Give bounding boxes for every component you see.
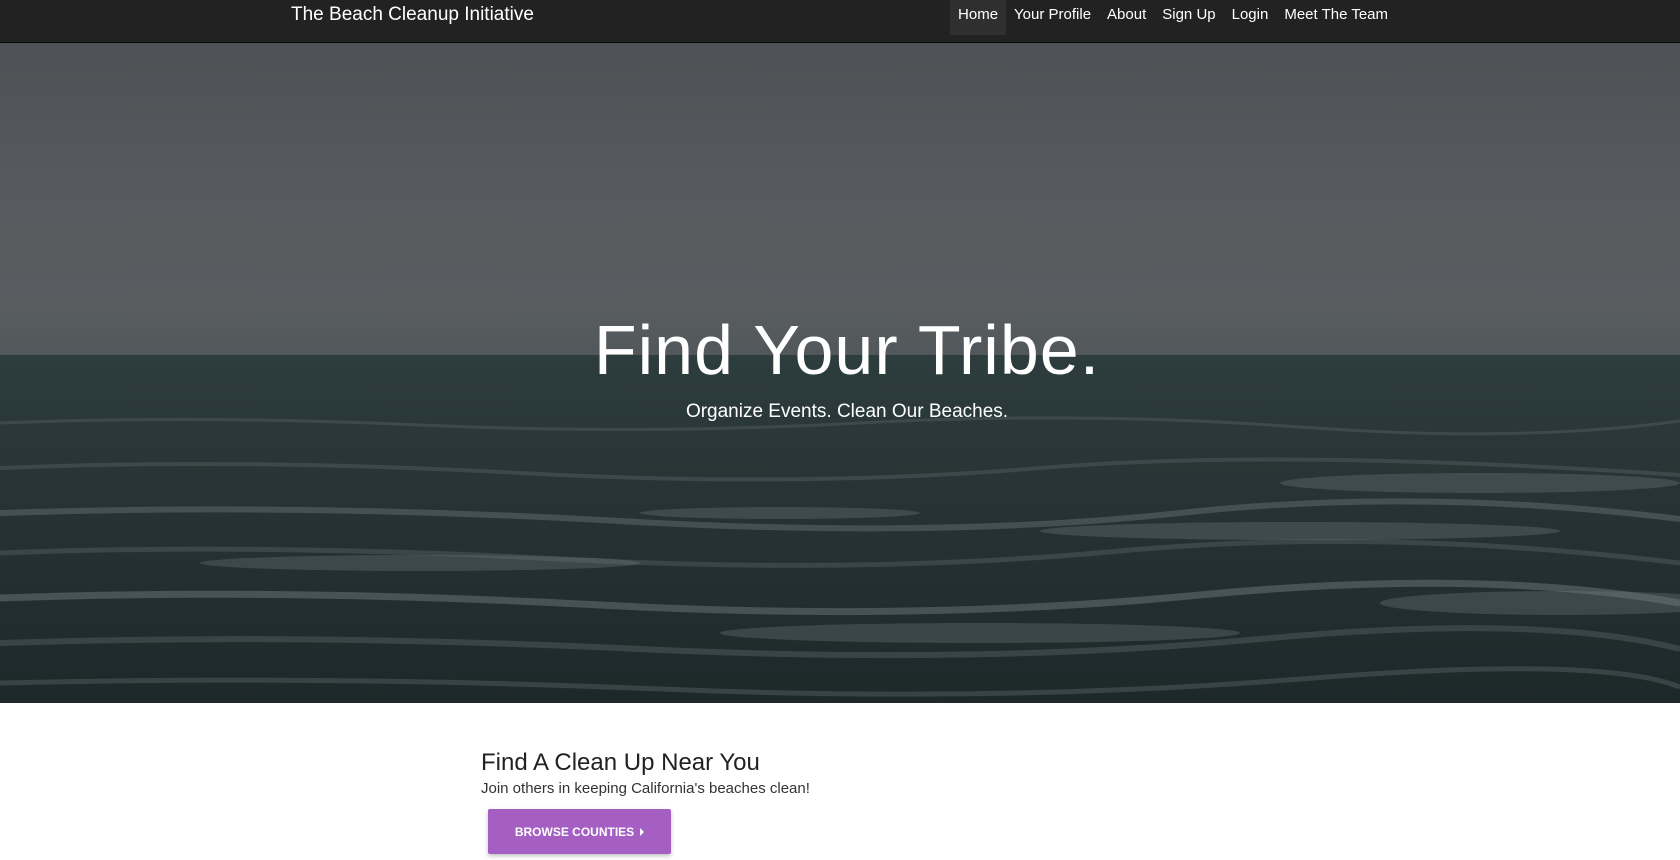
section-description: Join others in keeping California's beac… — [481, 780, 810, 797]
hero-subtitle: Organize Events. Clean Our Beaches. — [685, 401, 1009, 422]
hero-section: Find Your Tribe. Organize Events. Clean … — [0, 43, 1680, 703]
nav-login[interactable]: Login — [1224, 0, 1277, 35]
top-navbar: The Beach Cleanup Initiative Home Your P… — [0, 0, 1680, 43]
browse-counties-button[interactable]: BROWSE COUNTIES — [488, 809, 671, 854]
nav-home[interactable]: Home — [950, 0, 1007, 35]
nav-your-profile[interactable]: Your Profile — [1006, 0, 1099, 35]
find-cleanup-section: Find A Clean Up Near You Join others in … — [481, 748, 1181, 854]
nav-about[interactable]: About — [1099, 0, 1154, 35]
brand-link[interactable]: The Beach Cleanup Initiative — [291, 0, 534, 30]
caret-right-icon — [640, 827, 645, 836]
hero-title: Find Your Tribe. — [593, 311, 1101, 389]
nav-links: Home Your Profile About Sign Up Login Me… — [950, 0, 1396, 35]
section-title: Find A Clean Up Near You — [481, 749, 760, 776]
browse-counties-label: BROWSE COUNTIES — [514, 824, 635, 839]
nav-meet-the-team[interactable]: Meet The Team — [1276, 0, 1396, 35]
nav-sign-up[interactable]: Sign Up — [1154, 0, 1223, 35]
